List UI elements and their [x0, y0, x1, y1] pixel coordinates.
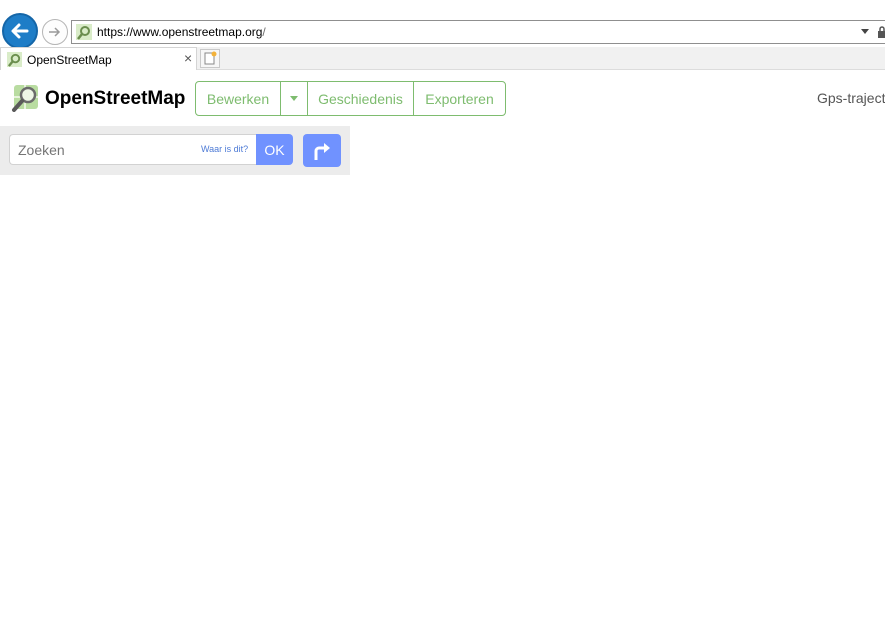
directions-icon	[314, 142, 330, 160]
tab-openstreetmap[interactable]: OpenStreetMap ×	[0, 47, 197, 70]
brand-title[interactable]: OpenStreetMap	[45, 88, 185, 110]
tab-strip: OpenStreetMap ×	[0, 47, 885, 70]
url-domain: openstreetmap.org	[161, 25, 263, 39]
search-input[interactable]	[18, 142, 198, 158]
osm-header: OpenStreetMap Bewerken Geschiedenis Expo…	[0, 70, 885, 126]
chevron-down-icon	[290, 96, 298, 101]
gps-traces-link[interactable]: Gps-traject	[817, 90, 885, 106]
new-tab-icon	[204, 51, 217, 65]
where-is-this-link[interactable]: Waar is dit?	[201, 144, 248, 154]
forward-button[interactable]	[42, 19, 68, 45]
edit-button-group: Bewerken Geschiedenis Exporteren	[195, 81, 506, 116]
url-prefix: https://www.	[97, 25, 162, 39]
osm-favicon-icon	[76, 24, 92, 40]
url-text: https://www.openstreetmap.org/	[97, 25, 266, 39]
osm-logo-icon[interactable]	[11, 83, 40, 112]
arrow-right-icon	[49, 27, 61, 37]
address-dropdown-icon[interactable]	[861, 29, 869, 34]
search-box: Waar is dit?	[9, 134, 256, 165]
search-panel: Waar is dit? OK	[0, 126, 350, 175]
tab-close-button[interactable]: ×	[184, 51, 192, 65]
search-ok-button[interactable]: OK	[256, 134, 293, 165]
osm-favicon-icon	[7, 52, 22, 67]
export-button[interactable]: Exporteren	[414, 82, 505, 115]
tab-title: OpenStreetMap	[27, 53, 112, 67]
directions-button[interactable]	[303, 134, 341, 167]
history-button[interactable]: Geschiedenis	[308, 82, 414, 115]
edit-button[interactable]: Bewerken	[196, 82, 281, 115]
browser-nav-bar: https://www.openstreetmap.org/	[0, 12, 885, 52]
new-tab-button[interactable]	[200, 49, 220, 68]
url-suffix: /	[262, 25, 266, 39]
lock-icon[interactable]	[877, 26, 885, 38]
back-button[interactable]	[2, 13, 38, 49]
arrow-left-icon	[11, 23, 29, 39]
edit-dropdown-button[interactable]	[281, 82, 308, 115]
address-bar[interactable]: https://www.openstreetmap.org/	[71, 20, 885, 44]
